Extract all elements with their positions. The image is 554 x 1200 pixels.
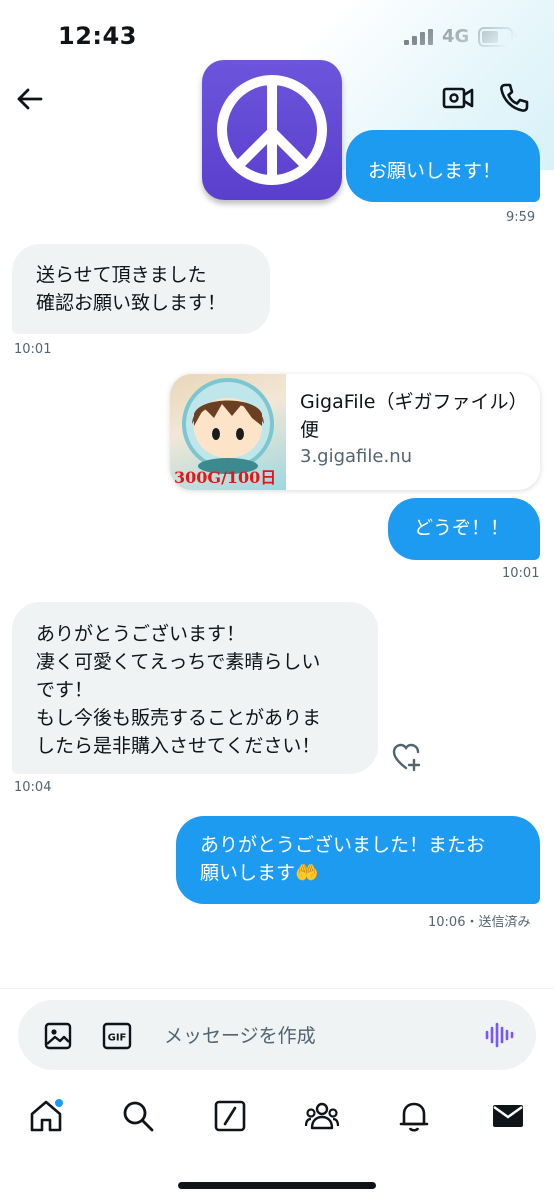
notifications-icon[interactable] — [396, 1098, 432, 1134]
home-icon[interactable] — [28, 1098, 64, 1134]
composer-divider — [0, 988, 554, 989]
message-input[interactable]: メッセージを作成 — [164, 1021, 316, 1048]
message-timestamp: 10:04 — [14, 780, 52, 795]
message-delivery-status: ・送信済み — [465, 915, 531, 930]
voice-message-icon[interactable] — [484, 1020, 514, 1050]
message-bubble-incoming[interactable]: 送らせて頂きました 確認お願い致します！ — [12, 244, 270, 334]
link-domain: 3.gigafile.nu — [300, 446, 413, 467]
home-indicator[interactable] — [178, 1182, 376, 1189]
image-icon[interactable] — [44, 1022, 72, 1050]
link-preview-card[interactable]: 300G/100日 GigaFile（ギガファイル）便 3.gigafile.n… — [170, 374, 540, 490]
thumbnail-label: 300G/100日 — [174, 468, 277, 487]
gif-icon[interactable]: GIF — [102, 1022, 132, 1050]
message-bubble-outgoing[interactable]: お願いします！ — [346, 130, 540, 202]
phone-call-icon[interactable] — [498, 82, 530, 114]
compose-icon[interactable] — [212, 1098, 248, 1134]
message-timestamp: 9:59 — [506, 210, 536, 225]
add-reaction-heart-icon[interactable] — [392, 742, 422, 772]
message-timestamp: 10:06・送信済み — [428, 911, 530, 930]
message-composer: GIF メッセージを作成 — [18, 1000, 536, 1070]
messages-icon[interactable] — [490, 1098, 526, 1134]
message-timestamp: 10:01 — [14, 342, 52, 357]
message-bubble-incoming[interactable]: ありがとうございます！ 凄く可愛くてえっちで素晴らしい です！ もし今後も販売す… — [12, 602, 378, 774]
message-bubble-outgoing[interactable]: ありがとうございました！またお 願いします🤲 — [176, 816, 540, 904]
app-icon[interactable] — [202, 60, 342, 200]
message-time: 10:06 — [428, 915, 466, 930]
back-arrow-icon[interactable] — [14, 84, 44, 114]
status-time: 12:43 — [58, 22, 137, 50]
gif-label: GIF — [108, 1033, 127, 1044]
video-call-icon[interactable] — [442, 84, 474, 112]
link-thumbnail: 300G/100日 — [170, 374, 286, 490]
message-bubble-outgoing[interactable]: どうぞ！！ — [388, 498, 540, 560]
message-timestamp: 10:01 — [502, 566, 540, 581]
link-title: GigaFile（ギガファイル）便 — [300, 391, 518, 441]
search-icon[interactable] — [120, 1098, 156, 1134]
peace-symbol-icon — [217, 75, 327, 185]
communities-icon[interactable] — [304, 1098, 340, 1134]
